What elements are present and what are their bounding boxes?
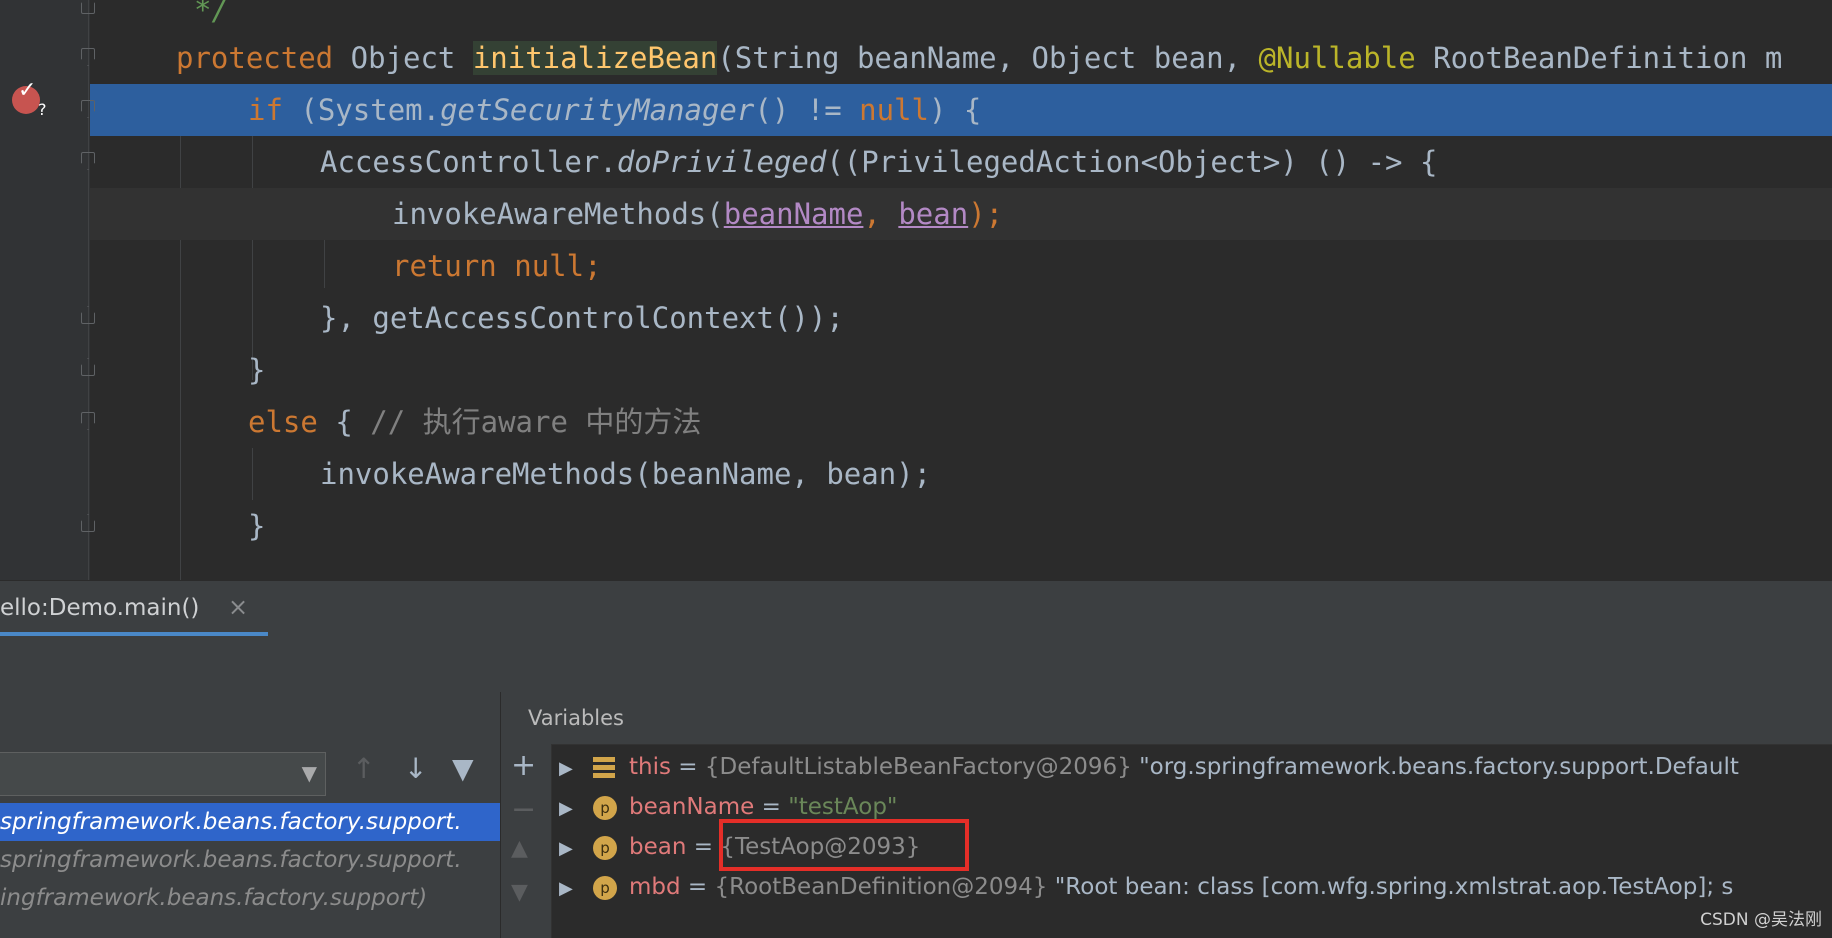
close-icon[interactable]: ×	[228, 593, 248, 621]
execution-line[interactable]: if (System.getSecurityManager() != null)…	[90, 84, 1832, 136]
code-line[interactable]: protected Object initializeBean(String b…	[0, 32, 1832, 84]
add-watch-icon[interactable]: +	[511, 748, 536, 783]
debug-toolbar	[0, 636, 1832, 693]
fold-marker[interactable]	[81, 0, 95, 14]
variables-panel: Variables + − ▲ ▼ ▶ this = {DefaultListab…	[501, 692, 1832, 938]
variables-side-toolbar: + − ▲ ▼	[501, 744, 552, 938]
variable-row[interactable]: ▶ this = {DefaultListableBeanFactory@2096…	[559, 747, 1739, 787]
parameter-icon: p	[593, 795, 617, 820]
parameter-icon: p	[593, 835, 617, 860]
expand-arrow-icon[interactable]: ▶	[559, 869, 593, 909]
code-line[interactable]: return null;	[0, 240, 1832, 292]
expand-arrow-icon[interactable]: ▶	[559, 829, 593, 869]
arrow-down-icon[interactable]: ↓	[404, 752, 427, 785]
if-statement: if (System.getSecurityManager() != null)…	[248, 93, 982, 127]
breakpoint-check-icon: ✓	[18, 78, 37, 103]
arrow-up-icon[interactable]: ↑	[352, 752, 375, 785]
run-config-tab[interactable]: ello:Demo.main() ×	[0, 581, 268, 637]
breakpoint-condition-icon: ?	[38, 100, 47, 119]
method-name: initializeBean	[472, 41, 718, 75]
code-editor[interactable]: */ protected Object initializeBean(Strin…	[0, 0, 1832, 580]
variables-header: Variables	[501, 692, 1832, 745]
inline-comment: // 执行aware 中的方法	[370, 405, 702, 439]
caret-line[interactable]: invokeAwareMethods(beanName, bean);	[90, 188, 1832, 240]
variables-title: Variables	[528, 706, 624, 730]
method-signature: protected Object initializeBean(String b…	[176, 41, 1783, 75]
parameter-icon: p	[593, 875, 617, 900]
code-line[interactable]: AccessController.doPrivileged((Privilege…	[0, 136, 1832, 188]
code-line[interactable]: }	[0, 500, 1832, 552]
code-line[interactable]: invokeAwareMethods(beanName, bean);	[0, 448, 1832, 500]
debug-tab-bar: ello:Demo.main() ×	[0, 580, 1832, 638]
expand-arrow-icon[interactable]: ▶	[559, 749, 593, 789]
thread-selector[interactable]: ▼	[0, 752, 326, 796]
filter-icon[interactable]: ▼	[452, 752, 474, 785]
doc-comment-end: */	[194, 0, 229, 27]
code-line[interactable]: */	[0, 0, 1832, 36]
stack-frame[interactable]: ingframework.beans.factory.support)	[0, 879, 500, 917]
move-up-icon[interactable]: ▲	[511, 836, 528, 861]
watermark: CSDN @吴法刚	[1700, 910, 1822, 930]
frames-panel: ▼ ↑ ↓ ▼ springframework.beans.factory.su…	[0, 692, 501, 938]
code-line[interactable]: else { // 执行aware 中的方法	[0, 396, 1832, 448]
code-line[interactable]: }	[0, 344, 1832, 396]
stack-frame[interactable]: springframework.beans.factory.support.	[0, 841, 500, 879]
field-icon	[593, 756, 615, 779]
move-down-icon[interactable]: ▼	[511, 880, 528, 905]
variable-row[interactable]: ▶ p mbd = {RootBeanDefinition@2094} "Root …	[559, 867, 1733, 907]
expand-arrow-icon[interactable]: ▶	[559, 789, 593, 829]
code-line[interactable]: }, getAccessControlContext());	[0, 292, 1832, 344]
remove-watch-icon[interactable]: −	[511, 792, 536, 827]
chevron-down-icon: ▼	[301, 761, 317, 785]
annotation-highlight-box	[719, 819, 969, 871]
run-config-tab-label: ello:Demo.main()	[0, 595, 200, 621]
stack-frame[interactable]: springframework.beans.factory.support.	[0, 803, 500, 841]
